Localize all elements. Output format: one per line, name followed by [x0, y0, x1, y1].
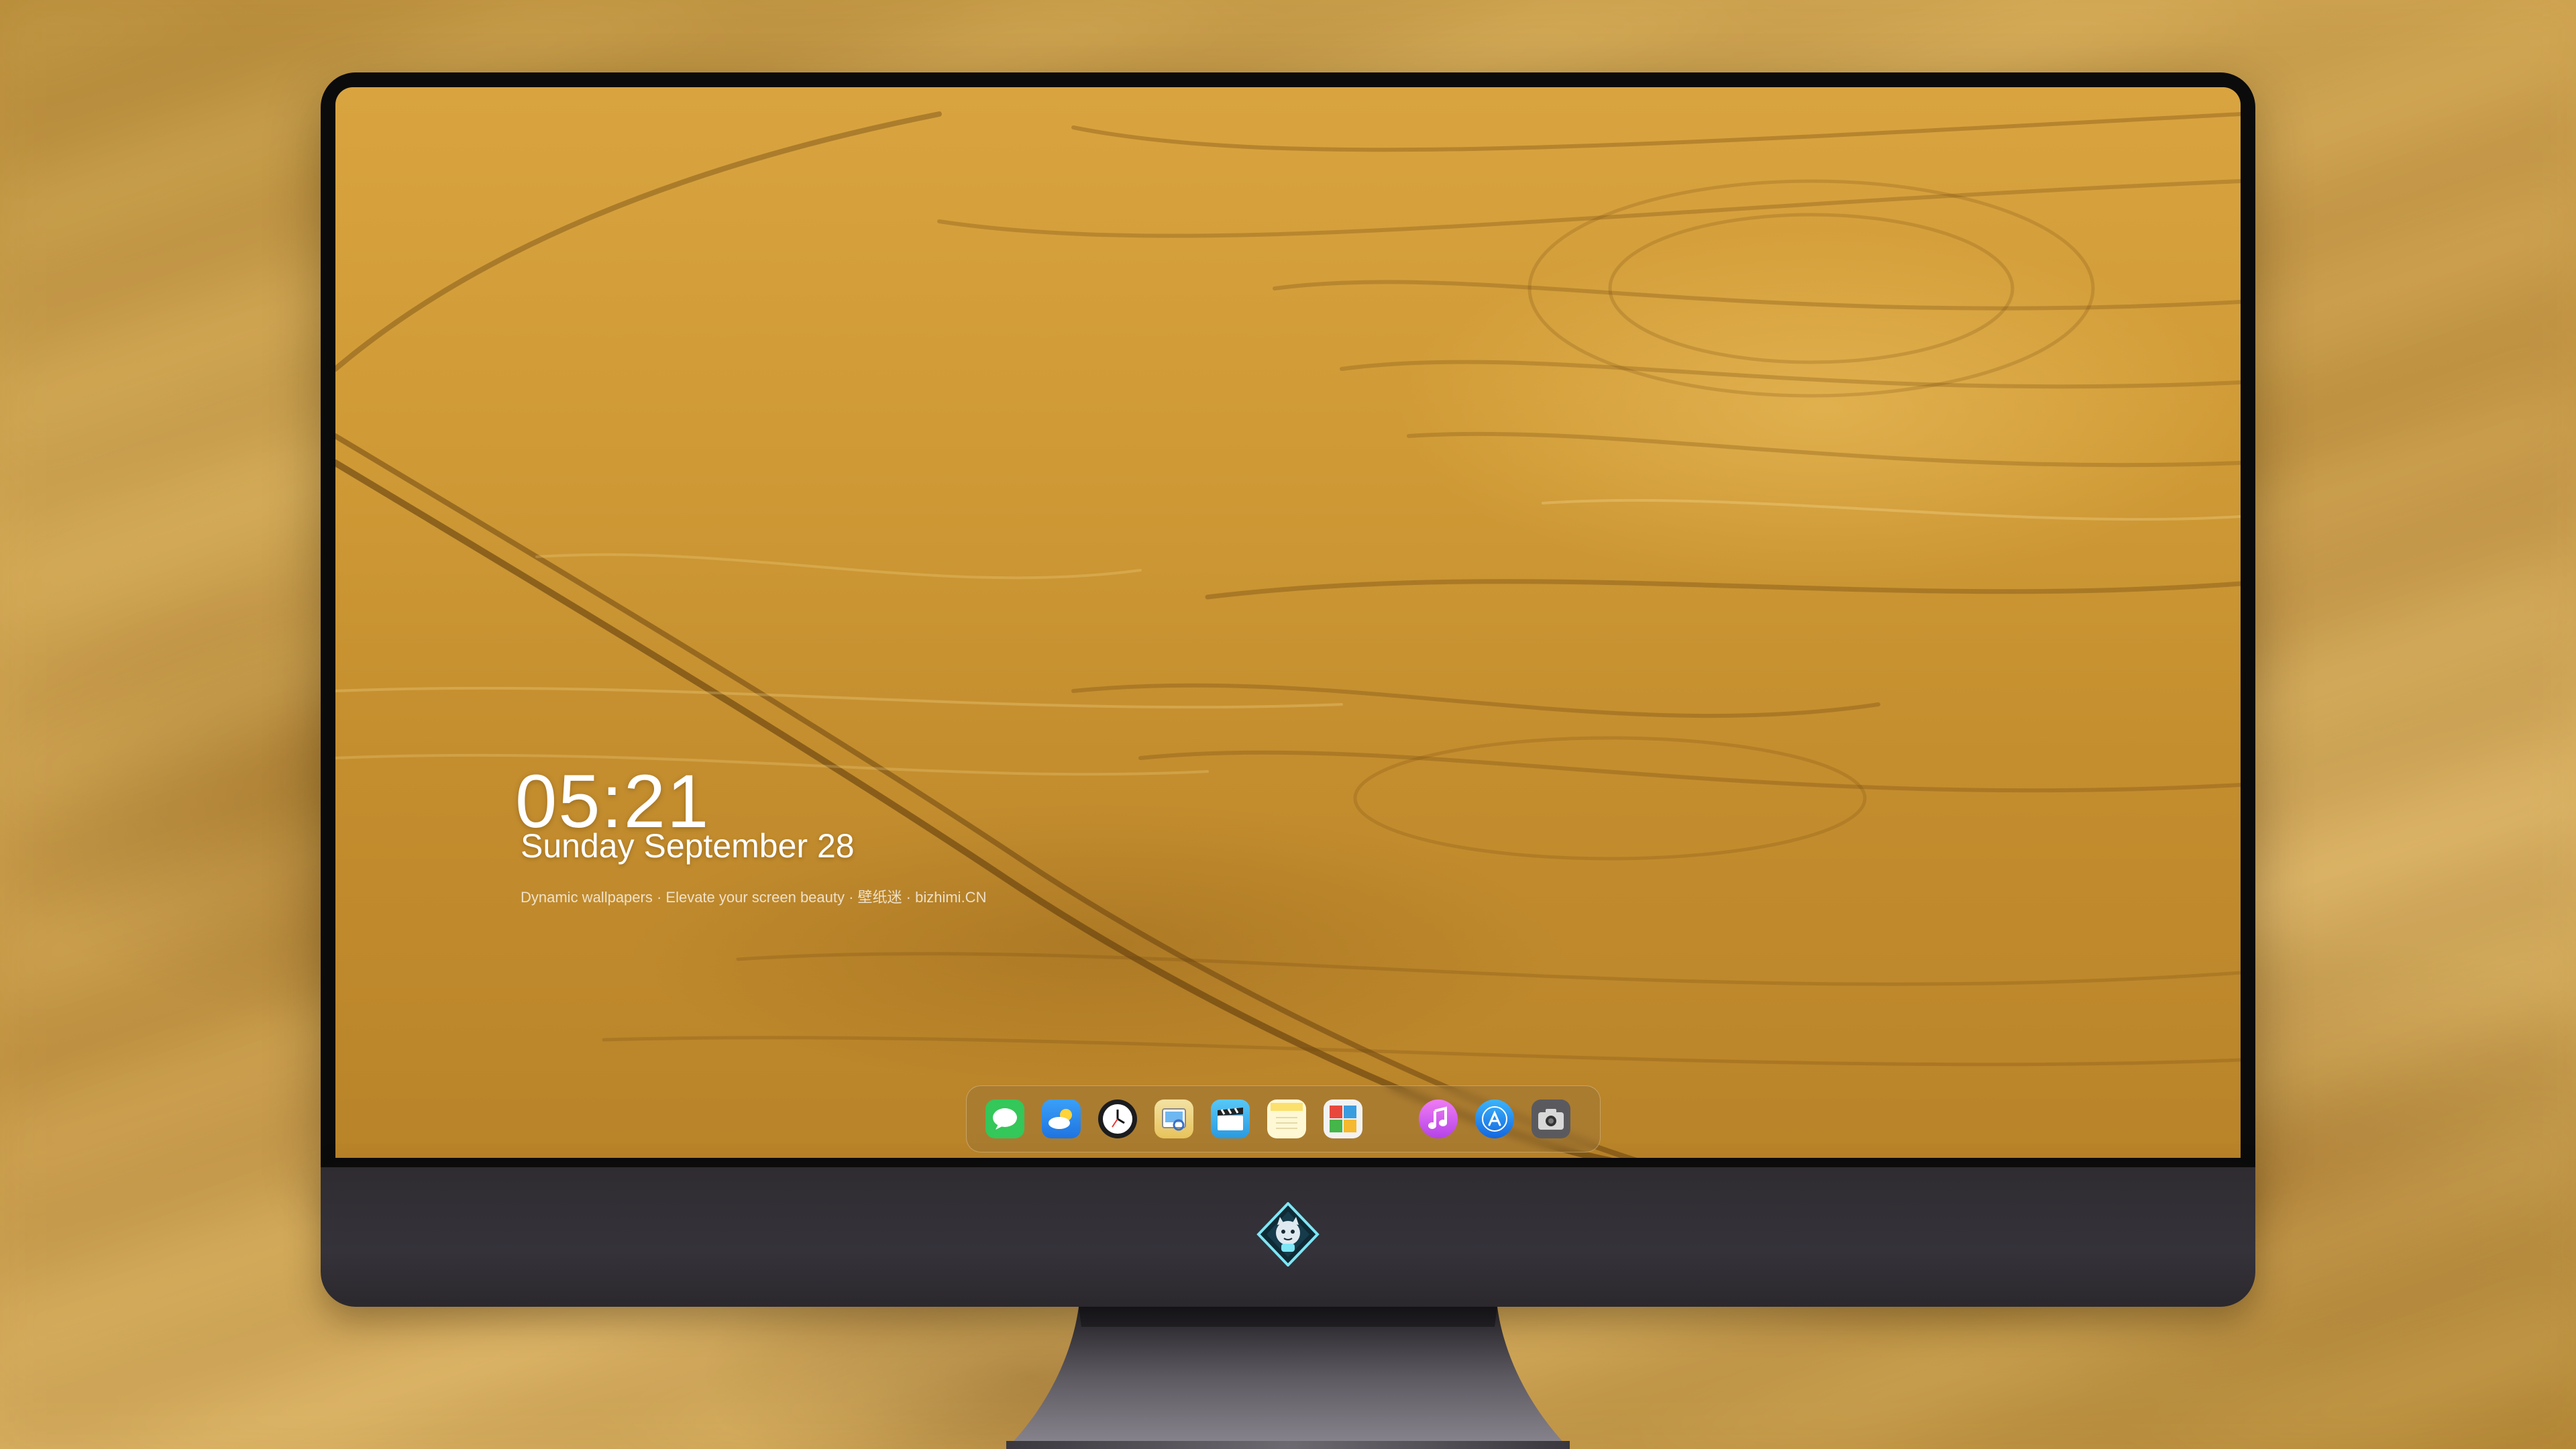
dock-item-itunes[interactable] — [1419, 1099, 1458, 1138]
notes-icon — [1271, 1103, 1303, 1129]
dock-item-notes[interactable] — [1267, 1099, 1306, 1138]
wallpaper-caption: Dynamic wallpapers · Elevate your screen… — [521, 889, 987, 906]
clock-icon — [1103, 1104, 1132, 1134]
camera-icon — [1538, 1109, 1564, 1130]
weather-icon — [1049, 1109, 1072, 1129]
app-store-icon — [1482, 1106, 1507, 1132]
messages-icon — [993, 1108, 1017, 1130]
dock-item-preview[interactable] — [1155, 1099, 1193, 1138]
photo-booth-icon — [1330, 1106, 1356, 1132]
monitor-chin — [321, 1167, 2255, 1307]
monitor-stand — [1006, 1307, 1570, 1449]
monitor-bezel: 05:21 Sunday September 28 Dynamic wallpa… — [321, 72, 2255, 1173]
desktop-screen: 05:21 Sunday September 28 Dynamic wallpa… — [335, 87, 2241, 1158]
dock-item-messages[interactable] — [985, 1099, 1024, 1138]
dock-item-photo-booth[interactable] — [1324, 1099, 1362, 1138]
mascot-logo-icon — [1256, 1202, 1320, 1267]
clapperboard-icon — [1218, 1108, 1243, 1130]
dock-item-clips[interactable] — [1211, 1099, 1250, 1138]
dock-item-clock[interactable] — [1098, 1099, 1137, 1138]
dock — [966, 1085, 1601, 1152]
dock-item-screenshot[interactable] — [1532, 1099, 1570, 1138]
preview-icon — [1162, 1108, 1186, 1131]
music-note-icon — [1428, 1106, 1447, 1129]
dock-item-weather[interactable] — [1042, 1099, 1081, 1138]
wheat-field-wallpaper — [335, 111, 2241, 1158]
dock-item-app-store[interactable] — [1475, 1099, 1514, 1138]
lock-screen-date: Sunday September 28 — [521, 827, 855, 865]
